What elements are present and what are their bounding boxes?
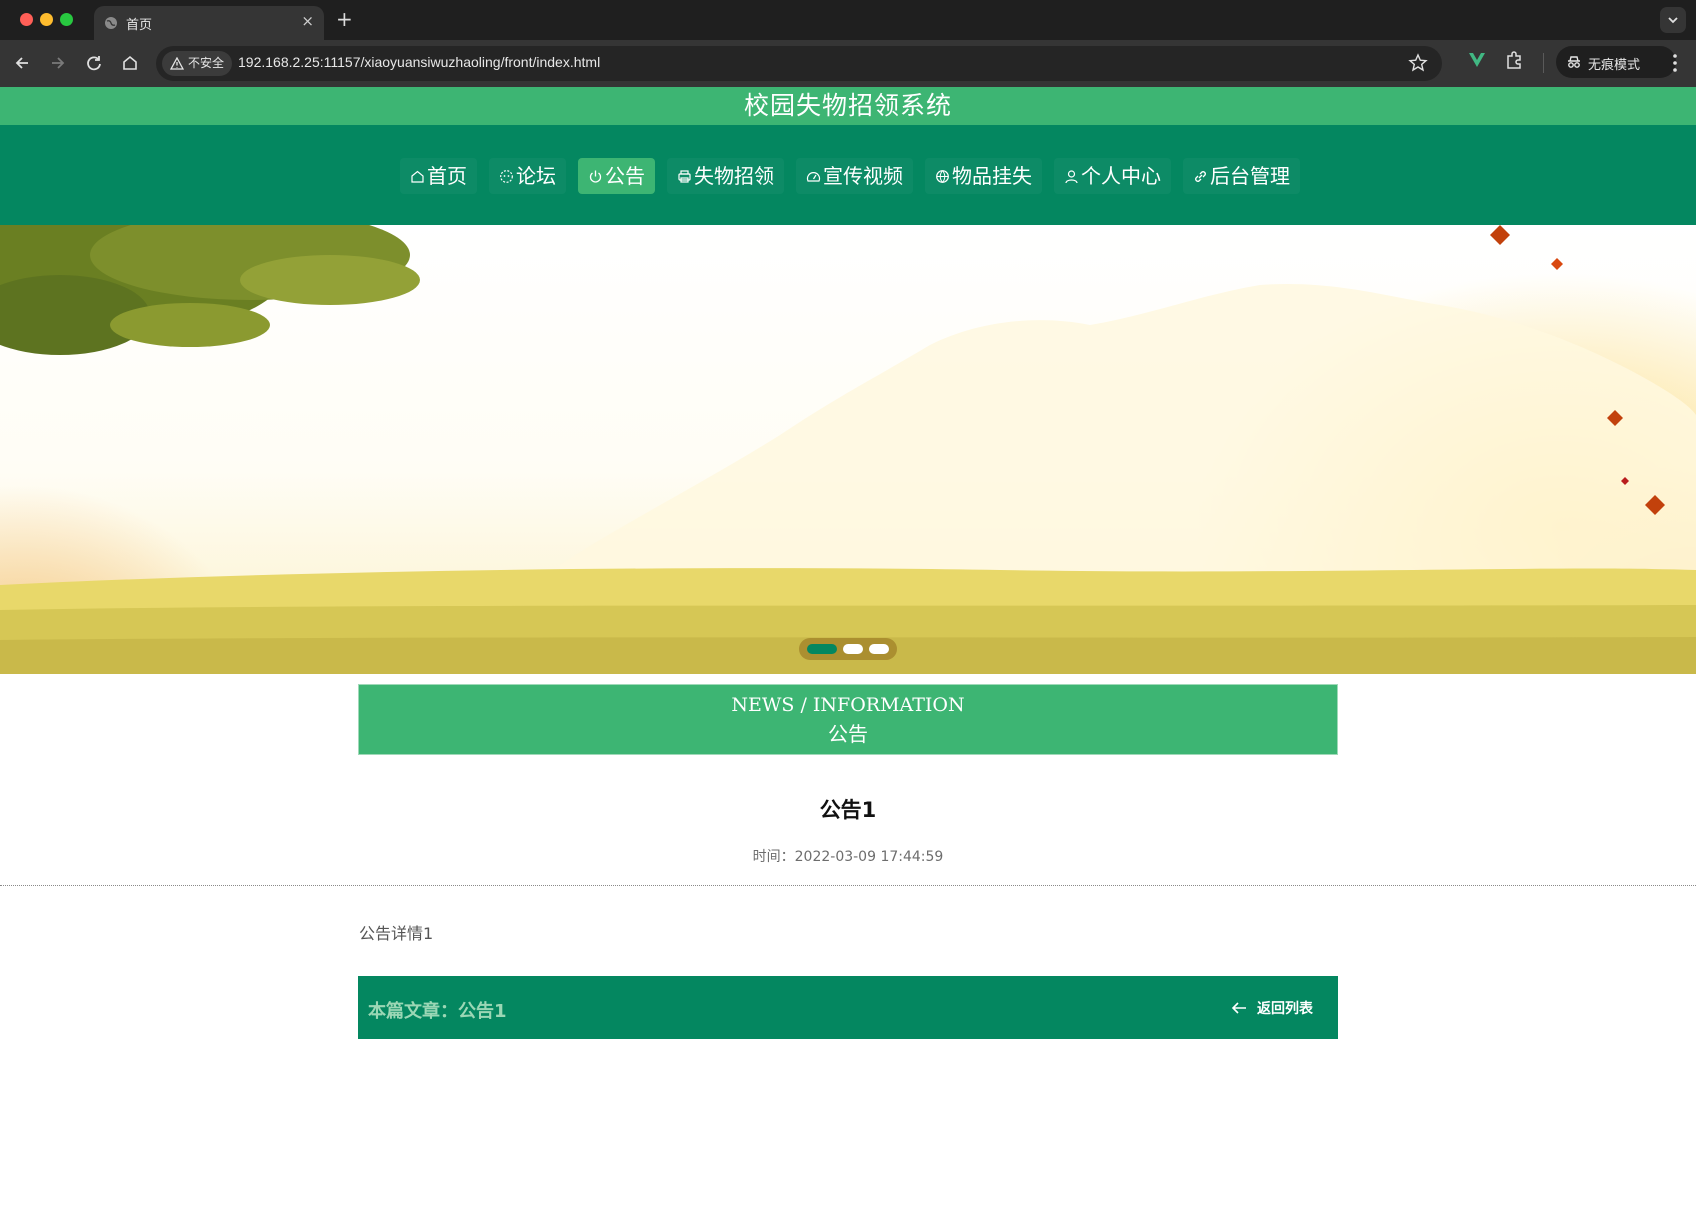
new-tab-button[interactable]: + xyxy=(336,7,353,31)
bookmark-star-icon[interactable] xyxy=(1408,53,1428,73)
current-article-label: 本篇文章：公告1 xyxy=(368,1001,507,1022)
carousel-dot-3[interactable] xyxy=(869,644,889,654)
incognito-label: 无痕模式 xyxy=(1588,58,1641,73)
nav-item-label: 公告 xyxy=(605,164,645,188)
section-title-en: NEWS / INFORMATION xyxy=(731,694,965,716)
toolbar-divider xyxy=(1543,53,1544,73)
security-indicator[interactable]: 不安全 xyxy=(162,51,233,76)
incognito-indicator[interactable]: 无痕模式 xyxy=(1556,46,1676,78)
site-header: 校园失物招领系统 xyxy=(0,87,1696,125)
vue-devtools-icon[interactable] xyxy=(1467,50,1487,70)
section-header: NEWS / INFORMATION 公告 xyxy=(358,684,1338,755)
more-menu-icon[interactable] xyxy=(1672,52,1678,74)
autumn-field-scene xyxy=(0,225,1696,674)
security-label: 不安全 xyxy=(188,56,225,70)
browser-toolbar: 不安全 192.168.2.25:11157/xiaoyuansiwuzhaol… xyxy=(0,40,1696,87)
nav-item-label: 失物招领 xyxy=(694,164,774,188)
main-navigation: 首页 论坛 公告 失物招领 宣传视频 物品挂失 个人中心 后台管理 xyxy=(0,125,1696,225)
nav-item-1[interactable]: 首页 xyxy=(400,158,477,194)
forum-icon xyxy=(500,169,513,183)
gauge-icon xyxy=(806,171,821,182)
article-time: 时间：2022-03-09 17:44:59 xyxy=(752,849,944,865)
nav-item-list: 首页 论坛 公告 失物招领 宣传视频 物品挂失 个人中心 后台管理 xyxy=(400,158,1312,194)
home-icon xyxy=(411,170,424,183)
nav-item-4[interactable]: 失物招领 xyxy=(667,158,784,194)
minimize-window-button[interactable] xyxy=(40,13,53,26)
nav-item-label: 后台管理 xyxy=(1210,164,1290,188)
carousel-dot-1[interactable] xyxy=(807,644,837,654)
browser-tab[interactable]: 首页 × xyxy=(94,6,324,40)
address-bar[interactable]: 不安全 192.168.2.25:11157/xiaoyuansiwuzhaol… xyxy=(156,46,1442,81)
nav-item-label: 宣传视频 xyxy=(823,164,903,188)
back-to-list-label: 返回列表 xyxy=(1257,1001,1313,1017)
nav-item-label: 论坛 xyxy=(516,164,556,188)
section-title-cn: 公告 xyxy=(828,722,868,746)
nav-item-6[interactable]: 物品挂失 xyxy=(925,158,1042,194)
link-icon xyxy=(1195,170,1206,182)
home-icon[interactable] xyxy=(117,50,143,76)
url-text[interactable]: 192.168.2.25:11157/xiaoyuansiwuzhaoling/… xyxy=(238,54,600,70)
nav-item-2[interactable]: 论坛 xyxy=(489,158,566,194)
article-body: 公告详情1 xyxy=(359,924,434,943)
extensions-puzzle-icon[interactable] xyxy=(1504,50,1524,70)
nav-item-label: 物品挂失 xyxy=(952,164,1032,188)
power-icon xyxy=(589,170,602,183)
divider xyxy=(0,885,1696,886)
incognito-icon xyxy=(1568,56,1580,68)
globe-icon xyxy=(936,169,949,183)
warning-icon xyxy=(170,57,184,70)
back-arrow-icon[interactable] xyxy=(9,50,35,76)
nav-item-3[interactable]: 公告 xyxy=(578,158,655,194)
nav-item-7[interactable]: 个人中心 xyxy=(1054,158,1171,194)
maximize-window-button[interactable] xyxy=(60,13,73,26)
carousel-dot-2[interactable] xyxy=(843,644,863,654)
nav-item-label: 个人中心 xyxy=(1081,164,1161,188)
globe-icon xyxy=(105,17,117,29)
chevron-down-icon xyxy=(1668,17,1678,24)
user-icon xyxy=(1065,169,1078,183)
close-window-button[interactable] xyxy=(20,13,33,26)
arrow-left-icon xyxy=(1231,1002,1246,1014)
back-to-list-link[interactable]: 返回列表 xyxy=(1231,998,1313,1018)
tab-search-button[interactable] xyxy=(1660,7,1686,33)
carousel-indicators xyxy=(799,638,897,660)
browser-tab-bar: 首页 × + xyxy=(0,0,1696,40)
article-footer: 本篇文章：公告1 返回列表 xyxy=(358,976,1338,1039)
site-title: 校园失物招领系统 xyxy=(743,91,952,120)
close-tab-icon[interactable]: × xyxy=(301,12,314,30)
nav-item-label: 首页 xyxy=(427,164,467,188)
nav-item-8[interactable]: 后台管理 xyxy=(1183,158,1300,194)
tab-title: 首页 xyxy=(126,18,153,33)
reload-icon[interactable] xyxy=(81,50,107,76)
hero-banner xyxy=(0,225,1696,674)
forward-arrow-icon[interactable] xyxy=(45,50,71,76)
article-title: 公告1 xyxy=(819,798,877,822)
printer-icon xyxy=(678,169,691,183)
nav-item-5[interactable]: 宣传视频 xyxy=(796,158,913,194)
